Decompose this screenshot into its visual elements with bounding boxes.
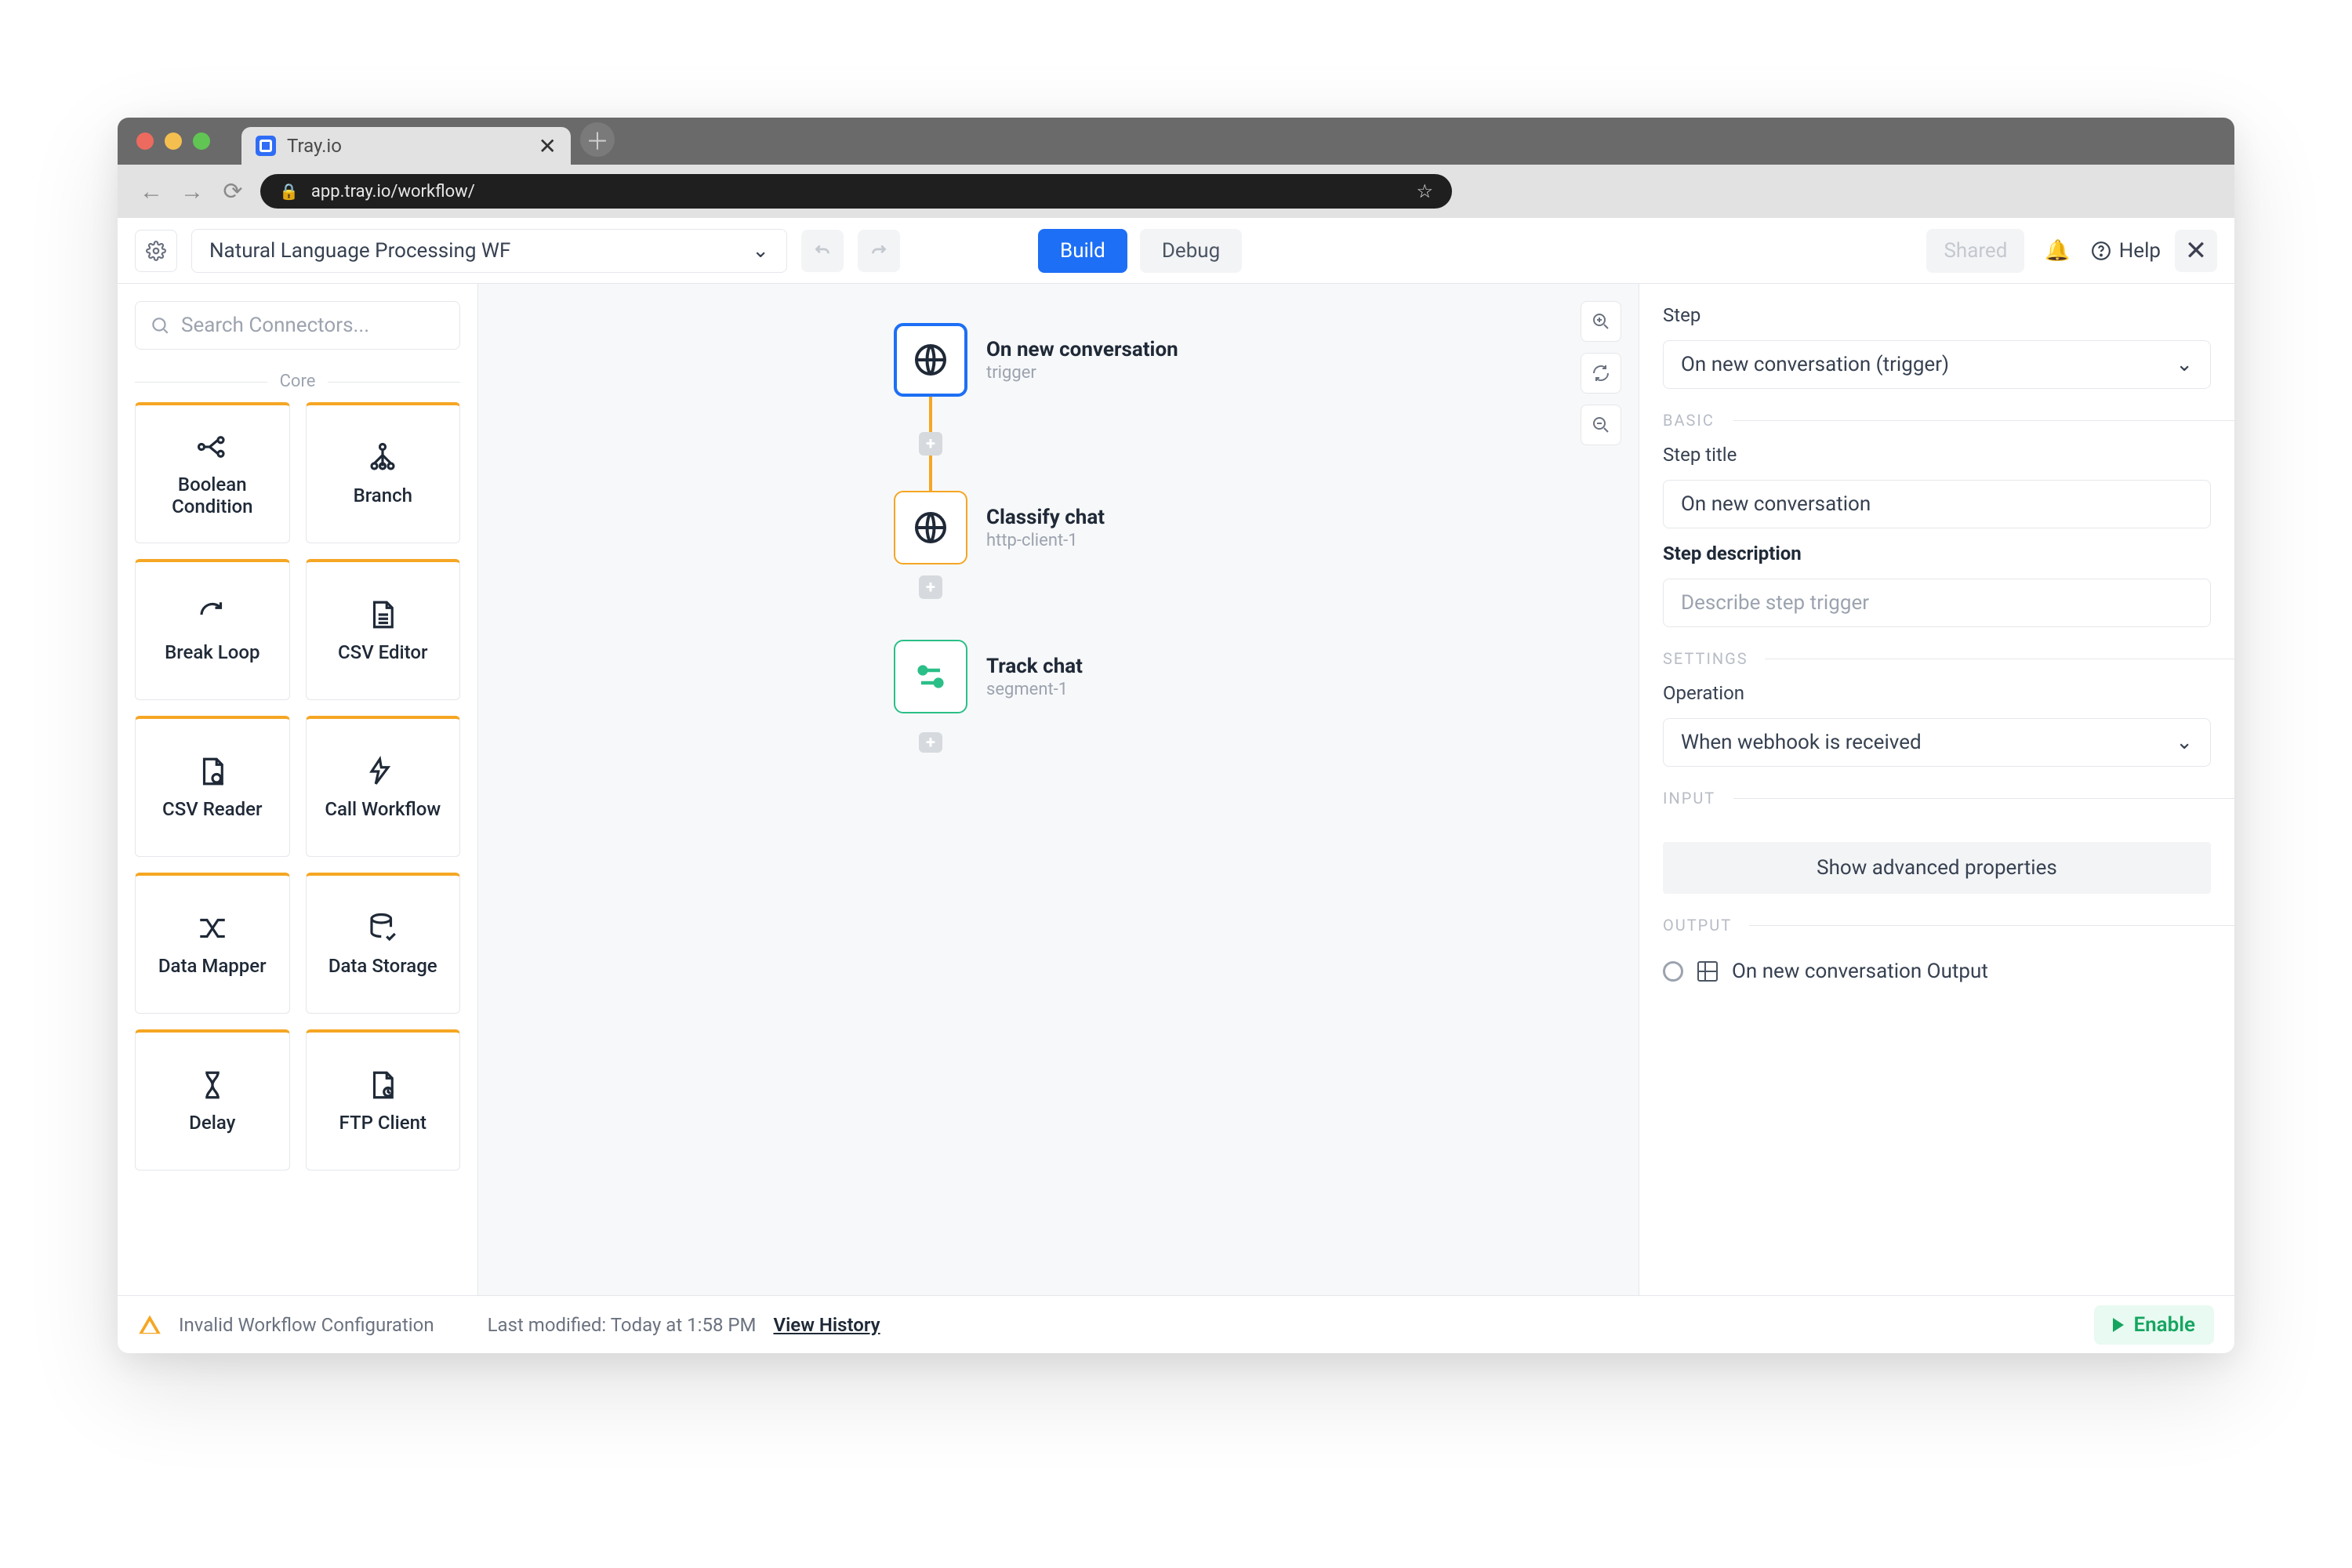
bell-icon[interactable]: 🔔 xyxy=(2038,239,2076,263)
bookmark-icon[interactable]: ☆ xyxy=(1416,180,1433,202)
debug-tab[interactable]: Debug xyxy=(1140,229,1242,273)
add-step-button[interactable]: + xyxy=(919,432,942,456)
url-text: app.tray.io/workflow/ xyxy=(311,182,1404,201)
grid-icon xyxy=(1697,961,1718,982)
node-title: On new conversation xyxy=(986,338,1178,361)
warning-text: Invalid Workflow Configuration xyxy=(179,1314,434,1336)
build-tab[interactable]: Build xyxy=(1038,229,1127,273)
node-subtitle: segment-1 xyxy=(986,680,1083,699)
reload-icon[interactable]: ⟳ xyxy=(220,178,246,205)
globe-icon xyxy=(894,491,967,564)
search-placeholder: Search Connectors... xyxy=(181,314,369,337)
view-history-link[interactable]: View History xyxy=(773,1314,880,1336)
tray-favicon-icon xyxy=(256,136,276,156)
browser-toolbar: ← → ⟳ 🔒 app.tray.io/workflow/ ☆ xyxy=(118,165,2234,218)
settings-button[interactable] xyxy=(135,230,177,272)
chevron-down-icon: ⌄ xyxy=(2176,353,2193,376)
close-panel-button[interactable]: ✕ xyxy=(2175,230,2217,272)
chevron-down-icon: ⌄ xyxy=(752,239,769,263)
chevron-down-icon: ⌄ xyxy=(2176,731,2193,754)
browser-tabstrip: Tray.io ✕ ＋ xyxy=(118,118,2234,165)
core-section-label: Core xyxy=(118,372,477,391)
output-row[interactable]: On new conversation Output xyxy=(1663,960,2211,983)
connector-ftp-client[interactable]: FTP Client xyxy=(306,1029,461,1171)
connector-csv-editor[interactable]: CSV Editor xyxy=(306,559,461,700)
workflow-flow: On new conversation trigger + Classify c… xyxy=(894,323,1178,753)
step-label: Step xyxy=(1663,304,2211,326)
settings-section: SETTINGS xyxy=(1663,649,2211,668)
maximize-window-icon[interactable] xyxy=(193,132,210,150)
workflow-select[interactable]: Natural Language Processing WF ⌄ xyxy=(191,229,787,273)
step-title-label: Step title xyxy=(1663,444,2211,466)
workflow-node-trigger[interactable]: On new conversation trigger xyxy=(894,323,1178,397)
connector-data-storage[interactable]: Data Storage xyxy=(306,873,461,1014)
advanced-properties-button[interactable]: Show advanced properties xyxy=(1663,842,2211,894)
sidebar: Search Connectors... Core Boolean Condit… xyxy=(118,284,478,1295)
status-bar: Invalid Workflow Configuration Last modi… xyxy=(118,1295,2234,1353)
warning-icon xyxy=(138,1313,162,1337)
connector-grid: Boolean Condition Branch Break Loop CSV … xyxy=(118,402,477,1171)
tab-title: Tray.io xyxy=(287,135,528,157)
properties-panel: Step On new conversation (trigger) ⌄ BAS… xyxy=(1639,284,2234,1295)
app-body: Search Connectors... Core Boolean Condit… xyxy=(118,284,2234,1295)
forward-icon[interactable]: → xyxy=(179,178,205,205)
operation-select[interactable]: When webhook is received ⌄ xyxy=(1663,718,2211,767)
close-window-icon[interactable] xyxy=(136,132,154,150)
node-subtitle: http-client-1 xyxy=(986,531,1105,550)
connector-break-loop[interactable]: Break Loop xyxy=(135,559,290,700)
node-subtitle: trigger xyxy=(986,363,1178,383)
step-description-input[interactable]: Describe step trigger xyxy=(1663,579,2211,627)
step-select[interactable]: On new conversation (trigger) ⌄ xyxy=(1663,340,2211,389)
browser-tab[interactable]: Tray.io ✕ xyxy=(241,127,571,165)
play-icon xyxy=(2113,1318,2124,1332)
browser-window: Tray.io ✕ ＋ ← → ⟳ 🔒 app.tray.io/workflow… xyxy=(118,118,2234,1353)
search-input[interactable]: Search Connectors... xyxy=(135,301,460,350)
node-title: Track chat xyxy=(986,655,1083,678)
connector-data-mapper[interactable]: Data Mapper xyxy=(135,873,290,1014)
zoom-in-button[interactable] xyxy=(1581,301,1621,342)
shared-button[interactable]: Shared xyxy=(1926,229,2024,273)
help-button[interactable]: Help xyxy=(2091,239,2161,263)
redo-button[interactable] xyxy=(858,230,900,272)
new-tab-button[interactable]: ＋ xyxy=(580,122,615,157)
lock-icon: 🔒 xyxy=(279,182,299,201)
workflow-node-classify[interactable]: Classify chat http-client-1 xyxy=(894,491,1105,564)
fit-view-button[interactable] xyxy=(1581,353,1621,394)
connector-boolean-condition[interactable]: Boolean Condition xyxy=(135,402,290,543)
canvas-tools xyxy=(1581,301,1621,445)
step-description-label: Step description xyxy=(1663,543,2211,564)
radio-icon[interactable] xyxy=(1663,961,1683,982)
enable-button[interactable]: Enable xyxy=(2094,1305,2214,1345)
segment-icon xyxy=(894,640,967,713)
zoom-out-button[interactable] xyxy=(1581,405,1621,445)
search-icon xyxy=(150,315,170,336)
step-title-input[interactable]: On new conversation xyxy=(1663,480,2211,528)
output-section: OUTPUT xyxy=(1663,916,2211,935)
window-controls xyxy=(136,118,241,165)
workflow-name: Natural Language Processing WF xyxy=(209,239,510,263)
minimize-window-icon[interactable] xyxy=(165,132,182,150)
connector-call-workflow[interactable]: Call Workflow xyxy=(306,716,461,857)
input-section: INPUT xyxy=(1663,789,2211,808)
back-icon[interactable]: ← xyxy=(138,178,165,205)
add-step-button[interactable]: + xyxy=(919,732,942,753)
operation-label: Operation xyxy=(1663,682,2211,704)
close-tab-icon[interactable]: ✕ xyxy=(539,133,557,159)
basic-section: BASIC xyxy=(1663,411,2211,430)
node-title: Classify chat xyxy=(986,506,1105,529)
connector-csv-reader[interactable]: CSV Reader xyxy=(135,716,290,857)
connector-branch[interactable]: Branch xyxy=(306,402,461,543)
last-modified: Last modified: Today at 1:58 PM xyxy=(488,1314,757,1336)
workflow-canvas[interactable]: On new conversation trigger + Classify c… xyxy=(478,284,1639,1295)
workflow-node-track[interactable]: Track chat segment-1 xyxy=(894,640,1083,713)
undo-button[interactable] xyxy=(801,230,844,272)
url-bar[interactable]: 🔒 app.tray.io/workflow/ ☆ xyxy=(260,174,1452,209)
globe-icon xyxy=(894,323,967,397)
connector-delay[interactable]: Delay xyxy=(135,1029,290,1171)
app-toolbar: Natural Language Processing WF ⌄ Build D… xyxy=(118,218,2234,284)
add-step-button[interactable]: + xyxy=(919,575,942,599)
